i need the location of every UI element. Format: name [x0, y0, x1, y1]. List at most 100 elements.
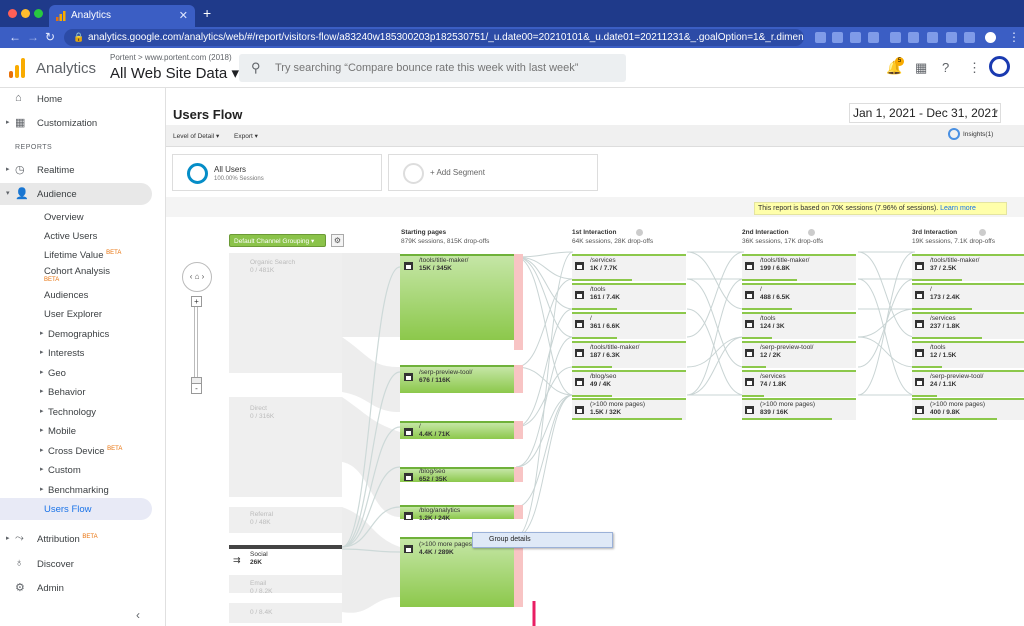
starting-page-node[interactable]	[400, 421, 514, 439]
extension-icon[interactable]	[868, 32, 879, 43]
browser-tab[interactable]: Analytics ✕	[49, 5, 195, 27]
source-node-referral[interactable]	[229, 507, 342, 533]
puzzle-icon[interactable]	[946, 32, 957, 43]
date-range-picker[interactable]: Jan 1, 2021 - Dec 31, 2021 ▾	[849, 103, 1001, 123]
caret-down-icon: ▾	[6, 190, 10, 197]
sidebar-item-custom[interactable]: ▸ Custom	[0, 459, 152, 481]
node-traffic-bar	[912, 308, 972, 310]
sidebar-item-user-explorer[interactable]: User Explorer	[0, 303, 152, 325]
page-icon	[404, 262, 413, 270]
extension-icon[interactable]	[927, 32, 938, 43]
new-tab-button[interactable]: +	[203, 5, 211, 21]
dropoff-bar	[514, 421, 523, 439]
node-label: /services 237 / 1.8K	[930, 315, 960, 332]
close-tab-icon[interactable]: ✕	[179, 9, 188, 22]
interaction-node[interactable]	[912, 312, 1024, 339]
sidebar-item-cohort-analysis[interactable]: Cohort Analysis BETA	[0, 261, 152, 283]
search-box[interactable]: ⚲ Try searching “Compare bounce rate thi…	[239, 54, 626, 82]
insights-button[interactable]: Insights(1)	[948, 128, 994, 140]
close-window-button[interactable]	[8, 9, 17, 18]
source-node-direct[interactable]	[229, 397, 342, 497]
source-node-email[interactable]	[229, 575, 342, 593]
export-menu[interactable]: Export ▾	[234, 132, 258, 140]
collapse-sidebar-icon[interactable]: ‹	[136, 608, 140, 622]
search-icon: ⚲	[251, 60, 261, 75]
node-name: /	[419, 423, 421, 430]
caret-right-icon: ▸	[40, 388, 44, 395]
sidebar-item-mobile[interactable]: ▸ Mobile	[0, 420, 152, 442]
sidebar-item-audience[interactable]: ▾ 👤 Audience	[0, 183, 152, 205]
source-label: Organic Search 0 / 481K	[250, 259, 295, 276]
dimension-selector[interactable]: Default Channel Grouping ▾	[229, 234, 326, 247]
zoom-slider[interactable]	[194, 299, 198, 387]
node-label: (>100 more pages) 4.4K / 289K	[419, 541, 474, 558]
group-details-menu-item[interactable]: Group details	[472, 532, 613, 548]
back-icon[interactable]: ←	[9, 30, 21, 44]
extension-icon[interactable]	[815, 32, 826, 43]
learn-more-link[interactable]: Learn more	[940, 205, 976, 212]
account-breadcrumb[interactable]: Portent > www.portent.com (2018)	[110, 53, 232, 62]
sidebar-item-customization[interactable]: ▸ ▦ Customization	[0, 112, 152, 134]
extension-icon[interactable]	[832, 32, 843, 43]
page-icon	[404, 473, 413, 481]
extension-icon[interactable]	[890, 32, 901, 43]
remove-column-icon[interactable]	[808, 229, 815, 236]
source-label: Direct 0 / 316K	[250, 405, 274, 422]
gear-icon[interactable]: ⚙	[331, 234, 344, 247]
level-of-detail-menu[interactable]: Level of Detail ▾	[173, 132, 219, 140]
segment-all-users[interactable]: All Users 100.00% Sessions	[172, 154, 382, 191]
minimize-window-button[interactable]	[21, 9, 30, 18]
sidebar-item-attribution[interactable]: ▸ ⤳ Attribution BETA	[0, 528, 152, 550]
more-options-icon[interactable]: ⋮	[968, 60, 981, 76]
reload-icon[interactable]: ↻	[45, 30, 55, 44]
forward-icon[interactable]: →	[27, 30, 39, 44]
node-name: /	[760, 286, 762, 293]
pan-control[interactable]: ‹ ⌂ ›	[182, 262, 212, 292]
sidebar-item-interests[interactable]: ▸ Interests	[0, 342, 152, 364]
node-label: /services 74 / 1.8K	[760, 373, 786, 390]
source-value: 26K	[250, 559, 262, 567]
zoom-out-button[interactable]: -	[191, 383, 202, 394]
maximize-window-button[interactable]	[34, 9, 43, 18]
beta-badge: BETA	[44, 276, 60, 283]
account-avatar[interactable]	[989, 56, 1010, 77]
sidebar-item-label: Behavior	[48, 387, 86, 398]
remove-column-icon[interactable]	[979, 229, 986, 236]
node-label: /tools/title-maker/187 / 6.3K	[590, 344, 640, 361]
source-value: 0 / 8.2K	[250, 588, 273, 596]
node-value: 173 / 2.4K	[930, 294, 960, 302]
sidebar-item-home[interactable]: ⌂ Home	[0, 88, 152, 110]
starting-page-node[interactable]	[400, 467, 514, 482]
remove-column-icon[interactable]	[636, 229, 643, 236]
help-icon[interactable]: ?	[942, 60, 949, 75]
extension-icon[interactable]	[850, 32, 861, 43]
sidebar-item-users-flow[interactable]: Users Flow	[0, 498, 152, 520]
zoom-in-button[interactable]: +	[191, 296, 202, 307]
property-selector[interactable]: All Web Site Data ▾	[110, 64, 239, 82]
menu-kebab-icon[interactable]: ⋮	[1008, 30, 1020, 44]
source-node-social[interactable]	[229, 545, 342, 549]
add-segment-button[interactable]: + Add Segment	[388, 154, 598, 191]
source-node-other[interactable]	[229, 603, 342, 623]
apps-grid-icon[interactable]: ▦	[915, 60, 927, 76]
caret-right-icon: ▸	[40, 349, 44, 356]
dropoff-bar	[514, 467, 523, 482]
insights-label: Insights(1)	[963, 131, 994, 138]
notification-badge: 5	[895, 57, 904, 66]
reports-section-label: REPORTS	[15, 144, 53, 151]
page-icon	[745, 320, 754, 328]
sidebar-item-admin[interactable]: ⚙ Admin	[0, 577, 152, 599]
analytics-favicon-icon	[56, 11, 66, 21]
segment-sessions: 100.00% Sessions	[214, 176, 264, 182]
interaction-node[interactable]	[912, 283, 1024, 310]
sidebar-item-realtime[interactable]: ▸ ◷ Realtime	[0, 159, 152, 181]
sidebar-item-behavior[interactable]: ▸ Behavior	[0, 381, 152, 403]
interaction-node[interactable]	[912, 341, 1024, 368]
address-bar[interactable]: 🔒 analytics.google.com/analytics/web/#/r…	[64, 29, 804, 46]
profile-icon[interactable]	[985, 32, 996, 43]
page-icon	[575, 378, 584, 386]
sidebar-item-discover[interactable]: ♁ Discover	[0, 553, 152, 575]
extension-icon[interactable]	[908, 32, 919, 43]
reading-list-icon[interactable]	[964, 32, 975, 43]
page-icon	[404, 428, 413, 436]
